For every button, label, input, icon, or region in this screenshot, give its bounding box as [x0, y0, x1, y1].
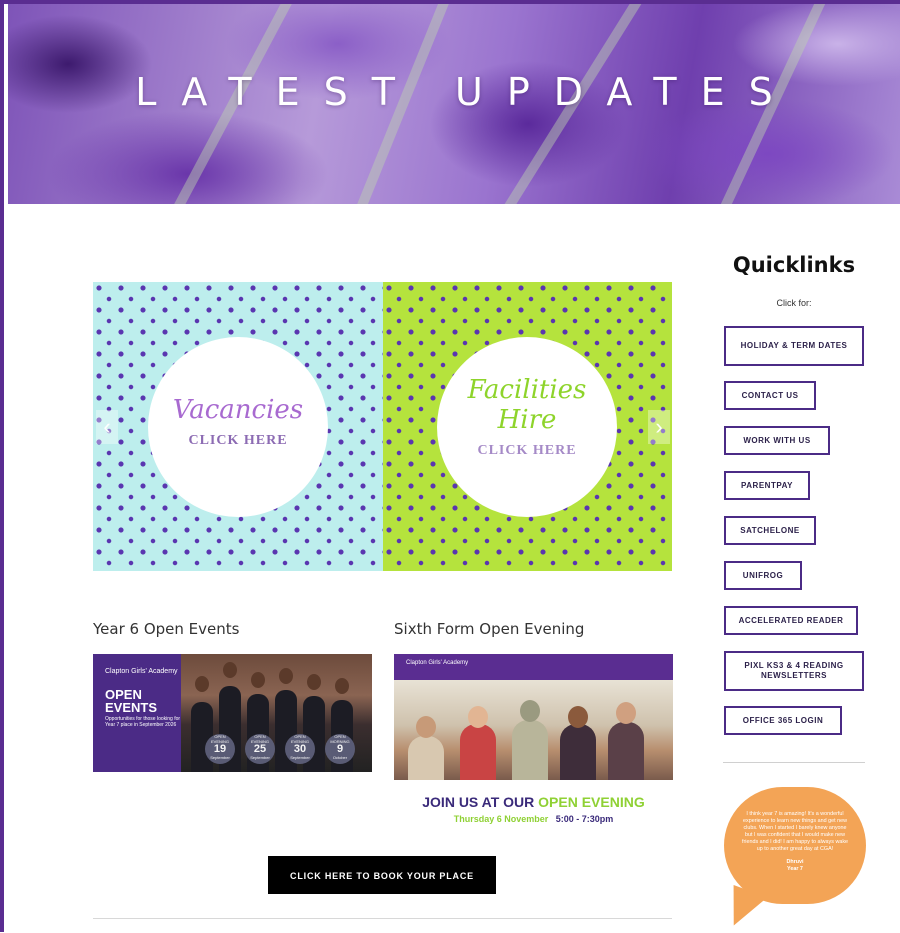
hero-banner: LATEST UPDATES	[8, 4, 900, 204]
quicklink-parentpay[interactable]: PARENTPAY	[724, 471, 810, 500]
quicklink-satchelone[interactable]: SATCHELONE	[724, 516, 816, 545]
chevron-left-icon: ‹	[103, 414, 111, 439]
students-photo	[394, 680, 673, 780]
academy-logo-text: Clapton Girls' Academy	[105, 668, 178, 675]
quicklink-contact-us[interactable]: CONTACT US	[724, 381, 816, 410]
news-image-sixth-form[interactable]: Clapton Girls' Academy JOIN US AT OUR OP…	[394, 654, 673, 824]
purple-banner: Clapton Girls' Academy	[394, 654, 673, 680]
quicklink-office-365-login[interactable]: OFFICE 365 LOGIN	[724, 706, 842, 735]
open-evening-date: Thursday 6 November 5:00 - 7:30pm	[453, 814, 614, 824]
slide-title: Vacancies	[172, 395, 304, 425]
open-events-subtext: Opportunities for those looking for a Ye…	[105, 716, 185, 728]
page-title: LATEST UPDATES	[135, 70, 797, 114]
slide-cta[interactable]: CLICK HERE	[148, 433, 328, 449]
slide-circle: Facilities Hire CLICK HERE	[437, 337, 617, 517]
quicklink-pixl-reading-newsletters[interactable]: PIXL KS3 & 4 READING NEWSLETTERS	[724, 651, 864, 691]
quicklink-work-with-us[interactable]: WORK WITH US	[724, 426, 830, 455]
slider-next-button[interactable]: ›	[648, 410, 670, 444]
page-frame-left	[0, 0, 4, 932]
slide-title: Facilities Hire	[467, 375, 587, 435]
quicklinks-subtitle: Click for:	[776, 298, 812, 308]
testimonial-year: Year 7	[787, 866, 803, 872]
quicklink-unifrog[interactable]: UNIFROG	[724, 561, 802, 590]
divider	[723, 762, 865, 763]
academy-logo-text: Clapton Girls' Academy	[406, 660, 469, 666]
testimonial-author: Dhruvi	[786, 859, 804, 865]
news-image-open-events[interactable]: Clapton Girls' Academy OPEN EVENTS Oppor…	[93, 654, 372, 772]
book-your-place-button[interactable]: CLICK HERE TO BOOK YOUR PLACE	[268, 856, 496, 894]
quicklink-accelerated-reader[interactable]: ACCELERATED READER	[724, 606, 858, 635]
open-events-heading: OPEN EVENTS	[105, 687, 158, 715]
testimonial-quote: I think year 7 is amazing! It's a wonder…	[741, 811, 849, 852]
slide-vacancies[interactable]: Vacancies CLICK HERE	[93, 282, 383, 571]
slide-cta[interactable]: CLICK HERE	[437, 443, 617, 459]
date-badge: OPEN EVENING 30 September	[285, 734, 315, 764]
news-title[interactable]: Sixth Form Open Evening	[394, 620, 584, 638]
slider-prev-button[interactable]: ‹	[96, 410, 118, 444]
quicklinks-title: Quicklinks	[732, 253, 856, 277]
date-badge: OPEN MORNING 9 October	[325, 734, 355, 764]
chevron-right-icon: ›	[655, 414, 663, 439]
testimonial-bubble: I think year 7 is amazing! It's a wonder…	[724, 787, 866, 904]
news-title[interactable]: Year 6 Open Events	[93, 620, 239, 638]
slide-facilities-hire[interactable]: Facilities Hire CLICK HERE	[383, 282, 672, 571]
promo-slider: Vacancies CLICK HERE Facilities Hire CLI…	[93, 282, 672, 571]
date-badge: OPEN EVENING 25 September	[245, 734, 275, 764]
slide-circle: Vacancies CLICK HERE	[148, 337, 328, 517]
quicklink-holiday-term-dates[interactable]: HOLIDAY & TERM DATES	[724, 326, 864, 366]
divider	[93, 918, 672, 919]
date-badge: OPEN EVENING 19 September	[205, 734, 235, 764]
open-evening-headline: JOIN US AT OUR OPEN EVENING	[422, 794, 645, 810]
